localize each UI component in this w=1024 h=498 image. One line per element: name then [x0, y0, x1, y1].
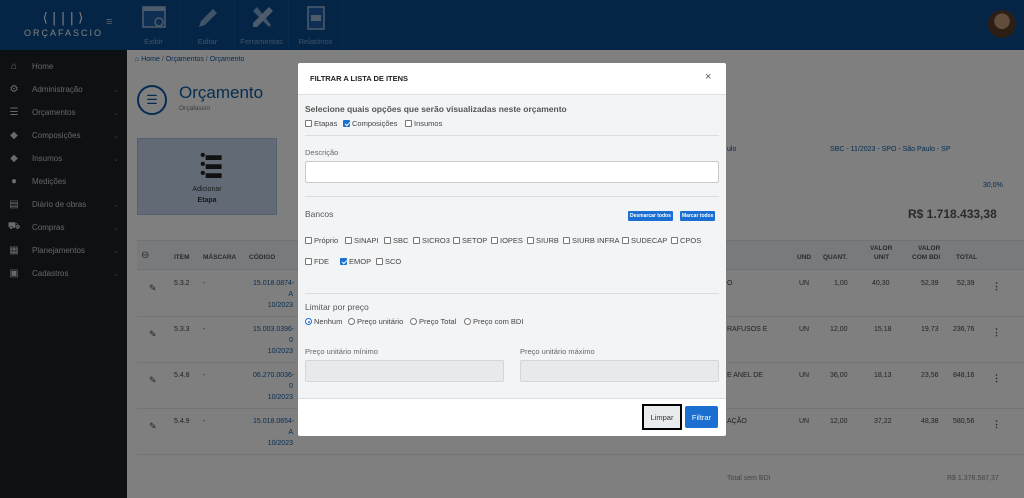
modal-header: FILTRAR A LISTA DE ITENS × [298, 63, 726, 95]
checkbox-box [671, 237, 678, 244]
checkbox-banco[interactable]: FDE [305, 257, 329, 266]
checkbox-banco[interactable]: SETOP [453, 236, 487, 245]
checkbox-label: Próprio [314, 236, 339, 245]
checkbox-composicoes[interactable]: Composições [343, 119, 397, 128]
checkbox-box [527, 237, 534, 244]
checkbox-label: SIURB INFRA [572, 236, 620, 245]
radio-dot [464, 318, 471, 325]
filtrar-button[interactable]: Filtrar [685, 406, 718, 428]
checkbox-banco[interactable]: SICRO3 [413, 236, 450, 245]
checkbox-label: FDE [314, 257, 329, 266]
descricao-input[interactable] [305, 161, 719, 183]
modal-body: Selecione quais opções que serão visuali… [298, 95, 726, 398]
radio-label: Preço com BDI [473, 317, 524, 326]
radio-label: Preço Total [419, 317, 457, 326]
checkbox-label: Etapas [314, 119, 338, 128]
modal-footer: Limpar Filtrar [298, 398, 726, 436]
checkbox-label: SETOP [462, 236, 488, 245]
preco-max-input [520, 360, 719, 382]
checkbox-banco[interactable]: EMOP [340, 257, 371, 266]
checkbox-box [384, 237, 391, 244]
checkbox-banco[interactable]: SBC [384, 236, 408, 245]
checkbox-label: SUDECAP [631, 236, 668, 245]
checkbox-box [405, 120, 412, 127]
checkbox-box [491, 237, 498, 244]
checkbox-banco[interactable]: IOPES [491, 236, 523, 245]
checkbox-box [305, 237, 312, 244]
bancos-title: Bancos [305, 209, 334, 219]
filter-modal: FILTRAR A LISTA DE ITENS × Selecione qua… [298, 63, 726, 436]
checkbox-label: SBC [393, 236, 409, 245]
radio-preco[interactable]: Nenhum [305, 317, 342, 326]
divider [305, 135, 719, 136]
checkbox-label: Composições [352, 119, 398, 128]
checkbox-label: SICRO3 [422, 236, 450, 245]
app-root: ⟨|||⟩ ORÇAFASCIO ≡ ⌂Home ⚙Administração⌄… [0, 0, 1024, 498]
options-title: Selecione quais opções que serão visuali… [305, 104, 567, 114]
limpar-button[interactable]: Limpar [642, 404, 682, 430]
checkbox-etapas[interactable]: Etapas [305, 119, 337, 128]
checkbox-label: IOPES [500, 236, 523, 245]
checkbox-banco[interactable]: Próprio [305, 236, 338, 245]
radio-preco[interactable]: Preço unitário [348, 317, 403, 326]
preco-max-label: Preço unitário máximo [520, 347, 595, 356]
radio-preco[interactable]: Preço Total [410, 317, 456, 326]
checkbox-banco[interactable]: SIURB INFRA [563, 236, 620, 245]
checkbox-box [340, 258, 347, 265]
radio-preco[interactable]: Preço com BDI [464, 317, 523, 326]
checkbox-label: SCO [385, 257, 402, 266]
checkbox-label: CPOS [680, 236, 702, 245]
radio-dot [410, 318, 417, 325]
marcar-todos-button[interactable]: Marcar todos [680, 211, 716, 221]
checkbox-box [413, 237, 420, 244]
checkbox-box [376, 258, 383, 265]
preco-min-input [305, 360, 504, 382]
checkbox-label: Insumos [414, 119, 443, 128]
divider [305, 293, 719, 294]
divider [305, 196, 719, 197]
checkbox-label: SIURB [536, 236, 559, 245]
checkbox-label: SINAPI [354, 236, 379, 245]
checkbox-box [345, 237, 352, 244]
checkbox-box [305, 258, 312, 265]
preco-title: Limitar por preço [305, 302, 369, 312]
desmarcar-todos-button[interactable]: Desmarcar todos [628, 211, 673, 221]
radio-label: Preço unitário [357, 317, 404, 326]
checkbox-box [453, 237, 460, 244]
checkbox-banco[interactable]: SUDECAP [622, 236, 667, 245]
radio-dot [348, 318, 355, 325]
checkbox-banco[interactable]: SIURB [527, 236, 559, 245]
checkbox-box [622, 237, 629, 244]
checkbox-label: EMOP [349, 257, 372, 266]
close-icon[interactable]: × [705, 71, 711, 83]
checkbox-insumos[interactable]: Insumos [405, 119, 442, 128]
descricao-label: Descrição [305, 148, 339, 157]
checkbox-banco[interactable]: SCO [376, 257, 401, 266]
radio-dot [305, 318, 312, 325]
checkbox-box [305, 120, 312, 127]
checkbox-box [563, 237, 570, 244]
checkbox-banco[interactable]: SINAPI [345, 236, 379, 245]
checkbox-banco[interactable]: CPOS [671, 236, 701, 245]
checkbox-box [343, 120, 350, 127]
preco-min-label: Preço unitário mínimo [305, 347, 378, 356]
modal-title: FILTRAR A LISTA DE ITENS [310, 74, 409, 83]
radio-label: Nenhum [314, 317, 343, 326]
